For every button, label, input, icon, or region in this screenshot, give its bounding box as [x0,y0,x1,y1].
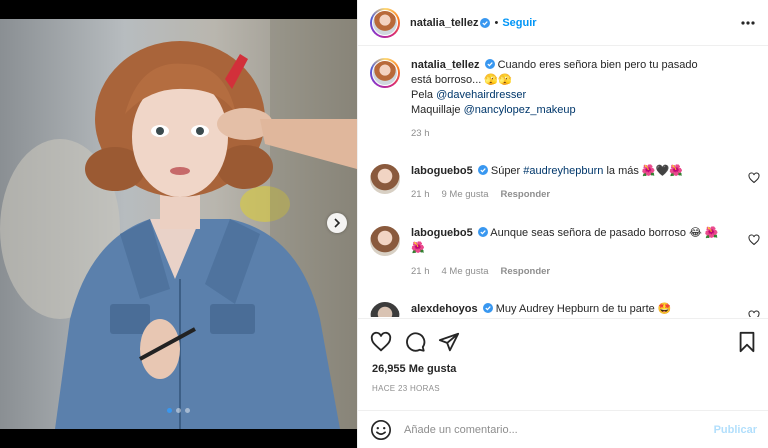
verified-badge-icon [484,59,495,69]
heart-icon[interactable] [748,234,760,246]
reply-button[interactable]: Responder [501,264,551,279]
comment-likes[interactable]: 9 Me gusta [442,187,489,202]
comment-input[interactable] [404,423,714,436]
bookmark-icon[interactable] [736,331,758,353]
verified-badge-icon [477,227,488,237]
verified-badge-icon [480,17,491,28]
comment-item: alexdehoyos Muy Audrey Hepburn de tu par… [370,302,760,317]
heart-icon[interactable] [748,172,760,184]
mention-link[interactable]: @nancylopez_makeup [464,104,576,116]
comment-likes[interactable]: 4 Me gusta [442,264,489,279]
mention-link[interactable]: @davehairdresser [436,89,526,101]
action-bar [358,318,768,362]
post-photo [0,19,357,429]
carousel-dot [185,408,190,413]
carousel-next-button[interactable] [327,213,347,233]
comments-list[interactable]: natalia_tellez Cuando eres señora bien p… [358,47,768,317]
comment-icon[interactable] [404,331,426,353]
reply-button[interactable]: Responder [501,187,551,202]
publish-button[interactable]: Publicar [714,424,757,436]
more-options-icon[interactable] [739,14,757,32]
comment-text: Muy Audrey Hepburn de tu parte 🤩 [495,303,672,315]
carousel-dot [176,408,181,413]
heart-icon[interactable] [370,331,392,353]
carousel-dot [167,408,172,413]
comment-item: laboguebo5 Súper #audreyhepburn la más 🌺… [370,164,760,202]
portrait-image [0,19,357,429]
commenter-avatar[interactable] [370,164,400,194]
follow-button[interactable]: Seguir [502,17,536,29]
caption: natalia_tellez Cuando eres señora bien p… [370,58,760,141]
add-comment-bar: Publicar [358,410,768,448]
carousel-indicator [0,408,357,413]
likes-count[interactable]: 26,955 Me gusta [372,363,456,375]
comment-username[interactable]: laboguebo5 [411,165,473,177]
comment-username[interactable]: alexdehoyos [411,303,478,315]
post-details-panel: natalia_tellez • Seguir natalia_tellez C… [357,0,768,448]
heart-icon[interactable] [748,310,760,317]
comment-username[interactable]: laboguebo5 [411,227,473,239]
comment-text: Súper [490,165,524,177]
smiley-icon[interactable] [370,419,392,441]
comment-text-suffix: la más 🌺🖤🌺 [603,165,684,177]
comment-time[interactable]: 21 h [411,264,430,279]
header-separator: • [494,16,499,29]
instagram-post: natalia_tellez • Seguir natalia_tellez C… [0,0,768,448]
chevron-right-icon [334,218,341,228]
verified-badge-icon [477,165,488,175]
author-username[interactable]: natalia_tellez [410,17,478,29]
commenter-avatar[interactable] [370,226,400,256]
caption-time[interactable]: 23 h [411,126,430,141]
post-header: natalia_tellez • Seguir [358,0,768,46]
post-timestamp[interactable]: HACE 23 HORAS [372,384,440,393]
post-media [0,0,357,448]
caption-username[interactable]: natalia_tellez [411,59,479,71]
commenter-avatar[interactable] [370,302,400,317]
caption-line2-prefix: Pela [411,89,437,101]
comment-item: laboguebo5 Aunque seas señora de pasado … [370,226,760,279]
hashtag-link[interactable]: #audreyhepburn [523,165,603,177]
comment-time[interactable]: 21 h [411,187,430,202]
caption-emoji: 🫣🫣 [484,74,512,86]
author-avatar[interactable] [370,7,400,38]
send-icon[interactable] [438,331,460,353]
verified-badge-icon [482,303,493,313]
author-avatar[interactable] [370,58,400,88]
caption-line3-prefix: Maquillaje [411,104,464,116]
